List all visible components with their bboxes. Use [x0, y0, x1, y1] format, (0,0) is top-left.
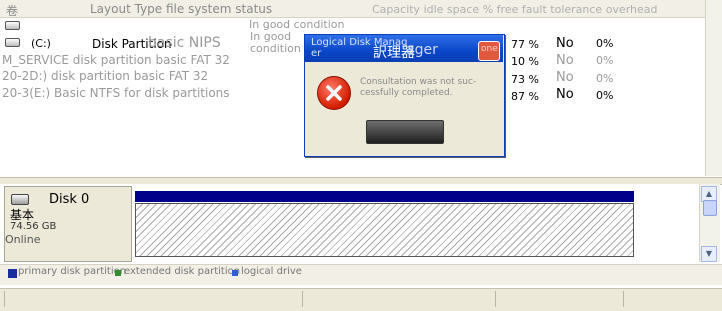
close-icon: one: [481, 44, 498, 54]
dialog-message: Consultation was not suc- cessfully comp…: [360, 77, 477, 98]
volume-pct-free: 77 %: [511, 38, 539, 51]
dialog-title-wrap: er: [311, 48, 322, 59]
dialog-title-overlay-suffix: ager: [406, 42, 438, 58]
volume-pct-free: 87 %: [511, 90, 539, 103]
volume-fault-tolerance: No: [556, 87, 574, 102]
volume-list-scrollbar[interactable]: [705, 0, 722, 176]
disk-state: Online: [5, 233, 41, 246]
disk-name: Disk 0: [49, 192, 90, 207]
volume-overhead: 0%: [596, 89, 614, 102]
extended-partition-swatch-icon: [115, 270, 121, 276]
status-bar-divider: [623, 291, 624, 307]
primary-partition-swatch-icon: [8, 269, 17, 278]
legend-extended-label: extended disk partition: [124, 266, 241, 277]
volume-status: In good condition: [250, 30, 301, 55]
volume-overhead: 0%: [596, 72, 614, 85]
volume-fault-tolerance: No: [556, 70, 574, 85]
scroll-thumb[interactable]: [703, 200, 717, 216]
error-icon: [317, 76, 351, 110]
logical-drive-swatch-icon: [232, 270, 238, 276]
status-bar-divider: [495, 291, 496, 307]
volume-fault-tolerance: No: [556, 53, 574, 68]
ok-button[interactable]: [366, 120, 444, 144]
legend-primary-label: primary disk partition: [18, 266, 127, 277]
volume-fault-tolerance: No: [556, 36, 574, 51]
scroll-down-arrow-icon[interactable]: ▼: [701, 246, 717, 262]
drive-icon: [5, 21, 20, 30]
disk-icon: [11, 194, 29, 205]
volume-row-label[interactable]: 20-3(E:) Basic NTFS for disk partitions: [2, 86, 230, 100]
volume-overhead: 0%: [596, 54, 614, 67]
drive-icon: [5, 38, 20, 47]
column-header-volume[interactable]: 卷: [6, 2, 18, 19]
disk-partition-area[interactable]: [135, 203, 634, 257]
partition-header-bar: [135, 191, 634, 202]
status-bar-divider: [302, 291, 303, 307]
volume-pct-free: 10 %: [511, 55, 539, 68]
volume-pct-free: 73 %: [511, 73, 539, 86]
volume-overhead: 0%: [596, 37, 614, 50]
volume-row-label[interactable]: M_SERVICE disk partition basic FAT 32: [2, 53, 230, 67]
volume-row-label[interactable]: 20-2D:) disk partition basic FAT 32: [2, 69, 208, 83]
volume-name: (C:): [31, 37, 51, 50]
column-header-layout-type-status[interactable]: Layout Type file system status: [90, 2, 272, 16]
volume-fs: basic NIPS: [148, 35, 221, 51]
disk-size: 74.56 GB: [10, 221, 57, 232]
status-bar: [0, 288, 722, 311]
legend-logical-label: logical drive: [241, 266, 302, 277]
column-header-capacity[interactable]: Capacity idle space % free fault toleran…: [372, 3, 658, 16]
status-bar-divider: [4, 291, 5, 307]
